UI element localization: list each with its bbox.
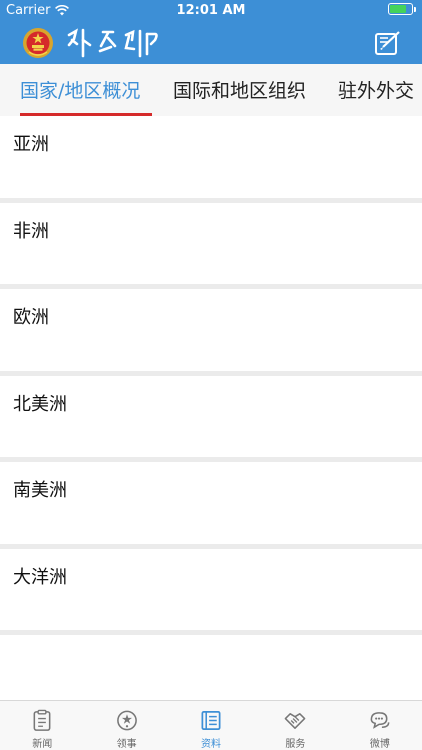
list-item-label: 非洲 (13, 220, 49, 242)
list-item-label: 大洋洲 (13, 566, 67, 588)
tabbar-item-weibo[interactable]: 微博 (338, 701, 422, 750)
tabbar-item-materials[interactable]: 资料 (169, 701, 253, 750)
list-item-south-america[interactable]: 南美洲 (0, 462, 422, 549)
list-item-europe[interactable]: 欧洲 (0, 289, 422, 376)
tabbar-label: 新闻 (32, 739, 53, 750)
tab-diplomatic-missions[interactable]: 驻外外交 (338, 76, 414, 103)
list-item-label: 亚洲 (13, 134, 49, 155)
tabbar-label: 服务 (285, 739, 306, 750)
status-right (386, 3, 416, 15)
tabbar-label: 微博 (369, 739, 390, 750)
tabbar-item-news[interactable]: 新闻 (0, 701, 84, 750)
document-book-icon (201, 711, 221, 730)
news-clipboard-icon (33, 709, 51, 731)
status-bar: Carrier 12:01 AM (0, 0, 422, 22)
brand-calligraphy-logo (67, 28, 158, 58)
battery-icon (388, 3, 413, 15)
compose-edit-icon[interactable] (374, 30, 402, 56)
list-item-label: 南美洲 (13, 480, 67, 501)
bottom-tab-bar: 新闻 领事 资料 服务 微博 (0, 700, 422, 750)
national-emblem-icon (23, 28, 53, 58)
category-tabs: 国家/地区概况 国际和地区组织 驻外外交 (0, 64, 422, 116)
tab-international-organizations[interactable]: 国际和地区组织 (173, 76, 306, 103)
status-time: 12:01 AM (176, 3, 246, 18)
list-item-oceania[interactable]: 大洋洲 (0, 548, 422, 635)
list-item-africa[interactable]: 非洲 (0, 202, 422, 289)
consular-badge-icon (116, 710, 137, 731)
list-item-label: 北美洲 (13, 393, 67, 415)
tab-country-region-overview[interactable]: 国家/地区概况 (20, 76, 140, 103)
battery-cap (414, 6, 416, 12)
tabbar-label: 领事 (116, 739, 137, 750)
list-item-asia[interactable]: 亚洲 (0, 116, 422, 203)
continent-list: 亚洲 非洲 欧洲 北美洲 南美洲 大洋洲 (0, 116, 422, 635)
app-header: Carrier 12:01 AM (0, 0, 422, 64)
weibo-chat-icon (370, 712, 390, 729)
list-item-north-america[interactable]: 北美洲 (0, 375, 422, 462)
battery-level (390, 5, 407, 13)
list-item-label: 欧洲 (13, 307, 49, 328)
handshake-icon (285, 713, 306, 729)
nav-bar (0, 22, 422, 64)
tabbar-item-consular[interactable]: 领事 (84, 701, 168, 750)
tabbar-item-services[interactable]: 服务 (253, 701, 337, 750)
tabbar-label: 资料 (201, 739, 222, 750)
